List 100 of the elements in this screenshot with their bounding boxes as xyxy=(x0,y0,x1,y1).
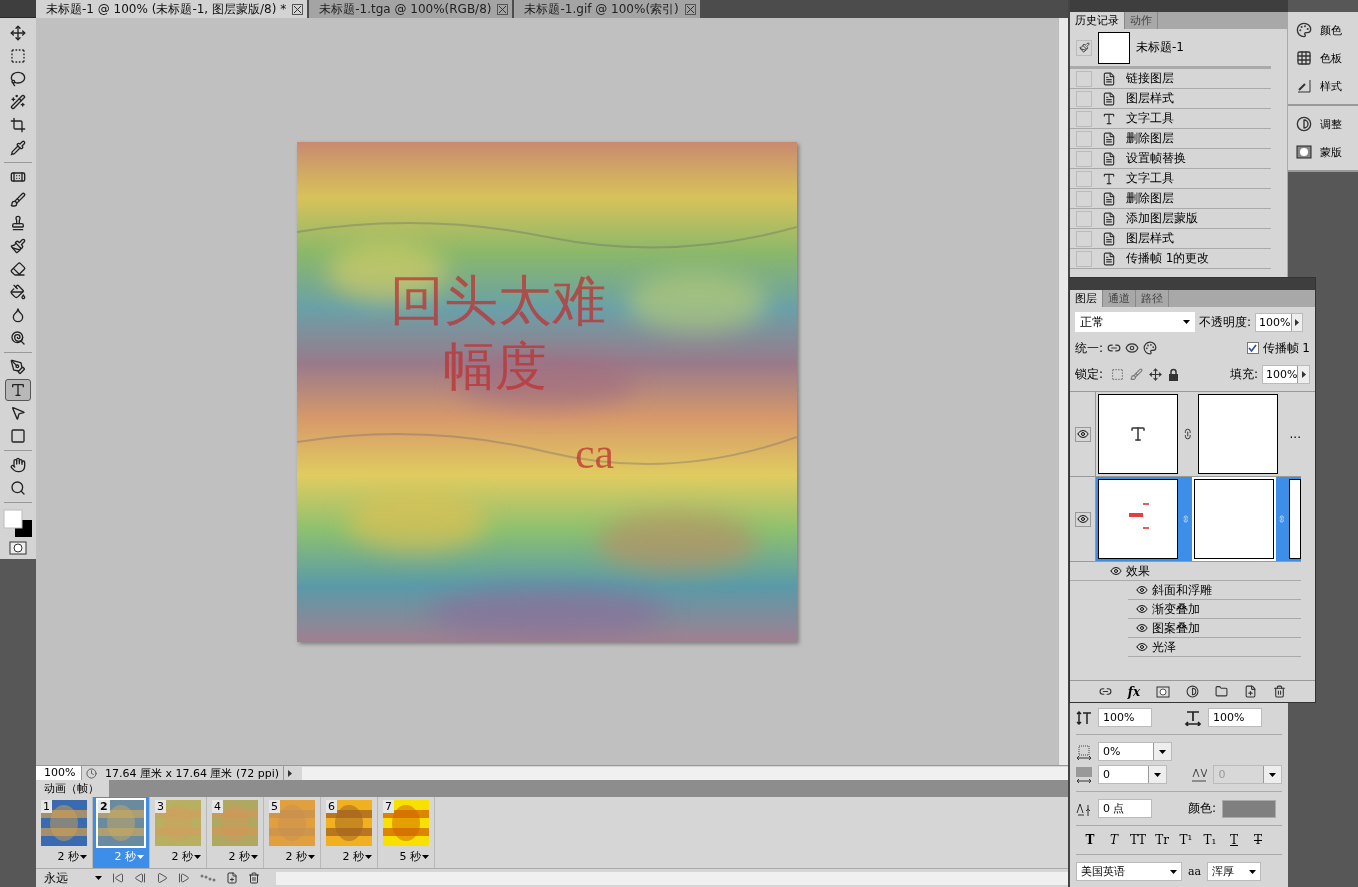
panel-tab[interactable]: 历史记录 xyxy=(1070,12,1125,29)
scrollbar[interactable] xyxy=(276,871,1068,885)
frame-delay[interactable]: 5 秒 xyxy=(399,849,434,864)
dock-button[interactable]: 颜色 xyxy=(1296,18,1358,42)
history-step-label: 文字工具 xyxy=(1126,170,1174,187)
lock-transparency-icon[interactable] xyxy=(1111,367,1125,381)
frame-delay[interactable]: 2 秒 xyxy=(57,849,92,864)
history-step[interactable]: 链接图层 xyxy=(1070,69,1271,89)
blend-mode-select[interactable]: 正常 xyxy=(1075,312,1195,332)
first-frame-icon[interactable] xyxy=(112,872,124,884)
eye-icon[interactable] xyxy=(1136,641,1148,653)
text-style-button[interactable]: T₁ xyxy=(1200,833,1220,847)
panel-tab[interactable]: 图层 xyxy=(1070,290,1103,307)
text-style-button[interactable]: TT xyxy=(1128,833,1148,847)
close-icon[interactable] xyxy=(684,3,696,15)
lock-icon[interactable] xyxy=(1168,367,1180,381)
fx-button[interactable]: fx xyxy=(1127,684,1141,699)
link-icon[interactable] xyxy=(1098,685,1112,698)
text-style-button[interactable]: T¹ xyxy=(1176,833,1196,847)
history-step[interactable]: 传播帧 1的更改 xyxy=(1070,249,1271,269)
tool-button[interactable] xyxy=(5,379,31,401)
eye-icon[interactable] xyxy=(1110,565,1122,577)
loop-select[interactable]: 永远 xyxy=(44,869,102,887)
unify-visibility-icon[interactable] xyxy=(1125,341,1140,355)
antialias-select[interactable]: 浑厚 xyxy=(1207,862,1262,881)
history-step[interactable]: 设置帧替换 xyxy=(1070,149,1271,169)
history-step[interactable]: 图层样式 xyxy=(1070,89,1271,109)
scrollbar[interactable] xyxy=(302,766,1068,780)
document-icon xyxy=(1102,91,1116,106)
text-style-button[interactable]: Tr xyxy=(1152,833,1172,847)
folder-icon[interactable] xyxy=(1215,685,1229,698)
fill-field[interactable]: 100% xyxy=(1262,364,1310,384)
zoom-field[interactable]: 100% xyxy=(36,766,82,780)
eye-icon[interactable] xyxy=(1136,622,1148,634)
dock-button[interactable]: 样式 xyxy=(1296,74,1358,98)
effect-row[interactable]: 斜面和浮雕 xyxy=(1128,581,1301,600)
new-layer-icon[interactable] xyxy=(1244,685,1258,698)
unify-position-icon[interactable] xyxy=(1107,341,1122,355)
opacity-field[interactable]: 100% xyxy=(1255,312,1304,332)
panel-tab[interactable]: 动画（帧） xyxy=(36,780,109,797)
baseline-shift-field[interactable]: 0 点 xyxy=(1098,799,1152,818)
language-select[interactable]: 美国英语 xyxy=(1076,862,1182,881)
propagate-checkbox[interactable] xyxy=(1246,342,1259,354)
close-icon[interactable] xyxy=(497,3,509,15)
trash-icon[interactable] xyxy=(248,872,260,884)
mask-icon[interactable] xyxy=(1156,685,1171,698)
text-style-button[interactable]: T xyxy=(1104,833,1124,847)
scrollbar[interactable] xyxy=(1058,18,1068,765)
text-style-button[interactable]: T xyxy=(1080,833,1100,847)
visibility-toggle[interactable] xyxy=(1074,511,1091,527)
frame-delay[interactable]: 2 秒 xyxy=(171,849,206,864)
trash-icon[interactable] xyxy=(1273,685,1287,698)
frame-delay[interactable]: 2 秒 xyxy=(285,849,320,864)
dock-button[interactable]: 调整 xyxy=(1296,112,1358,136)
close-icon[interactable] xyxy=(292,3,304,15)
horizontal-scale-icon xyxy=(1184,709,1202,726)
visibility-toggle[interactable] xyxy=(1074,426,1091,442)
contrast-icon[interactable] xyxy=(1186,685,1200,698)
layer-row[interactable]: ... xyxy=(1070,392,1301,477)
unify-style-icon[interactable] xyxy=(1143,341,1158,355)
document-tab[interactable]: 未标题-1.tga @ 100%(RGB/8) xyxy=(309,0,513,18)
lock-paint-icon[interactable] xyxy=(1130,367,1144,381)
history-source-icon[interactable] xyxy=(1076,39,1092,56)
new-frame-icon[interactable] xyxy=(226,872,238,884)
effect-row[interactable]: 渐变叠加 xyxy=(1128,600,1301,619)
play-icon[interactable] xyxy=(156,872,168,884)
frame-delay[interactable]: 2 秒 xyxy=(342,849,377,864)
tween-icon[interactable] xyxy=(200,874,216,882)
text-style-button[interactable]: T xyxy=(1248,833,1268,847)
caret-icon xyxy=(422,854,429,859)
dock-button[interactable]: 色板 xyxy=(1296,46,1358,70)
horizontal-scale-field[interactable]: 100% xyxy=(1208,708,1262,727)
next-frame-icon[interactable] xyxy=(178,872,190,884)
history-step[interactable]: 图层样式 xyxy=(1070,229,1271,249)
text-style-button[interactable]: T xyxy=(1224,833,1244,847)
tsume-select[interactable]: 0% xyxy=(1098,742,1172,761)
vertical-scale-field[interactable]: 100% xyxy=(1098,708,1152,727)
history-step[interactable]: 文字工具 xyxy=(1070,169,1271,189)
animation-frame[interactable]: 2 2 秒 xyxy=(93,797,150,868)
effect-row[interactable]: 光泽 xyxy=(1128,638,1301,657)
history-step[interactable]: 文字工具 xyxy=(1070,109,1271,129)
quick-mask-icon[interactable] xyxy=(9,541,27,555)
brush-icon xyxy=(10,192,26,208)
effect-row[interactable]: 图案叠加 xyxy=(1128,619,1301,638)
dock-button[interactable]: 蒙版 xyxy=(1296,140,1358,164)
color-swatches-icon[interactable] xyxy=(2,506,34,540)
frame-delay[interactable]: 2 秒 xyxy=(228,849,263,864)
document-tab[interactable]: 未标题-1 @ 100% (未标题-1, 图层蒙版/8) * xyxy=(36,0,308,18)
kerning-select[interactable]: 0 xyxy=(1098,765,1167,784)
lock-position-icon[interactable] xyxy=(1149,367,1163,381)
history-step[interactable]: 删除图层 xyxy=(1070,129,1271,149)
color-swatch[interactable] xyxy=(1222,799,1277,818)
previous-frame-icon[interactable] xyxy=(134,872,146,884)
document-tab[interactable]: 未标题-1.gif @ 100%(索引) xyxy=(514,0,700,18)
history-step[interactable]: 删除图层 xyxy=(1070,189,1271,209)
eye-icon[interactable] xyxy=(1136,603,1148,615)
history-snapshot[interactable]: 未标题-1 xyxy=(1136,39,1184,56)
eye-icon[interactable] xyxy=(1136,584,1148,596)
layer-row[interactable] xyxy=(1070,477,1301,562)
history-step[interactable]: 添加图层蒙版 xyxy=(1070,209,1271,229)
